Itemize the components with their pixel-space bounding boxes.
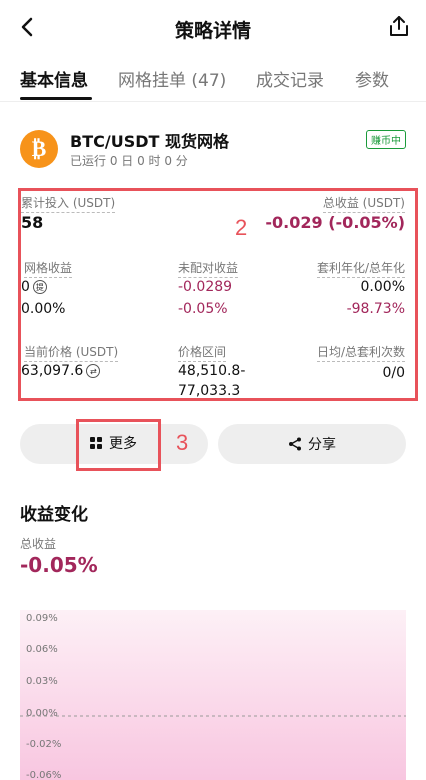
invest-value: 58 — [21, 213, 44, 232]
more-button-highlight — [76, 419, 161, 471]
share-upload-icon — [390, 16, 408, 36]
price-value: 63,097.6 — [21, 363, 84, 379]
range-label: 价格区间 — [178, 343, 227, 362]
arb-label[interactable]: 套利年化/总年化 — [316, 259, 405, 278]
stats-panel: 累计投入 (USDT) 58 2 总收益 (USDT) -0.029 (-0.0… — [18, 188, 418, 401]
daily-label[interactable]: 日均/总套利次数 — [316, 343, 405, 362]
profit-chart-svg: 0.09% 0.06% 0.03% 0.00% -0.02% -0.06% — [20, 610, 406, 780]
y-tick-label: 0.09% — [26, 613, 58, 624]
tab-grid-orders[interactable]: 网格挂单 (47) — [118, 66, 226, 91]
grid-profit-value-row: 0提 — [21, 279, 47, 295]
y-tick-label: 0.06% — [26, 644, 58, 655]
range-high: 77,033.3 — [178, 383, 241, 399]
annotation-3: 3 — [176, 430, 189, 455]
y-tick-label: -0.02% — [26, 739, 61, 750]
header: 策略详情 — [0, 0, 426, 54]
annotation-2: 2 — [235, 215, 248, 240]
share-top-button[interactable] — [386, 13, 412, 39]
unmatched-value: -0.0289 — [178, 279, 233, 295]
share-label: 分享 — [308, 437, 336, 453]
chart-background — [20, 610, 406, 780]
profit-section-title: 收益变化 — [20, 505, 88, 525]
arb-value: 0.00% — [360, 279, 405, 295]
y-tick-label: 0.03% — [26, 676, 58, 687]
profit-chart-label: 总收益 — [20, 537, 57, 551]
strategy-header: ₿ BTC/USDT 现货网格 已运行 0 日 0 时 0 分 赚币中 — [20, 128, 406, 172]
grid-profit-value: 0 — [21, 279, 30, 295]
tab-trade-history[interactable]: 成交记录 — [256, 66, 324, 91]
share-button[interactable]: 分享 — [218, 424, 406, 464]
price-value-row: 63,097.6 ⇄ — [21, 363, 101, 379]
daily-value: 0/0 — [382, 365, 405, 381]
invest-label[interactable]: 累计投入 (USDT) — [21, 194, 116, 213]
bitcoin-icon: ₿ — [20, 130, 58, 168]
tab-basic-info[interactable]: 基本信息 — [20, 66, 88, 91]
profit-chart-value: -0.05% — [20, 553, 98, 577]
status-badge: 赚币中 — [366, 130, 406, 149]
strategy-runtime: 已运行 0 日 0 时 0 分 — [70, 154, 188, 168]
page-title: 策略详情 — [174, 20, 251, 42]
price-label[interactable]: 当前价格 (USDT) — [24, 343, 119, 362]
grid-profit-pct: 0.00% — [21, 301, 66, 317]
tab-bar: 基本信息 网格挂单 (47) 成交记录 参数 — [0, 54, 426, 102]
unmatched-pct: -0.05% — [178, 301, 228, 317]
swap-icon[interactable]: ⇄ — [86, 364, 101, 378]
arb-total: -98.73% — [346, 301, 405, 317]
range-low: 48,510.8- — [178, 363, 246, 379]
y-tick-label: -0.06% — [26, 770, 61, 780]
unmatched-label[interactable]: 未配对收益 — [178, 259, 239, 278]
share-icon — [289, 437, 301, 451]
withdraw-icon[interactable]: 提 — [32, 280, 47, 294]
total-profit-value: -0.029 (-0.05%) — [265, 213, 405, 232]
y-tick-label: 0.00% — [26, 708, 58, 719]
strategy-name: BTC/USDT 现货网格 — [70, 132, 229, 151]
profit-chart: 0.09% 0.06% 0.03% 0.00% -0.02% -0.06% — [20, 600, 406, 780]
active-tab-indicator — [20, 97, 92, 100]
grid-profit-label[interactable]: 网格收益 — [24, 259, 73, 278]
tab-params[interactable]: 参数 — [355, 66, 389, 91]
total-profit-label[interactable]: 总收益 (USDT) — [322, 194, 405, 213]
